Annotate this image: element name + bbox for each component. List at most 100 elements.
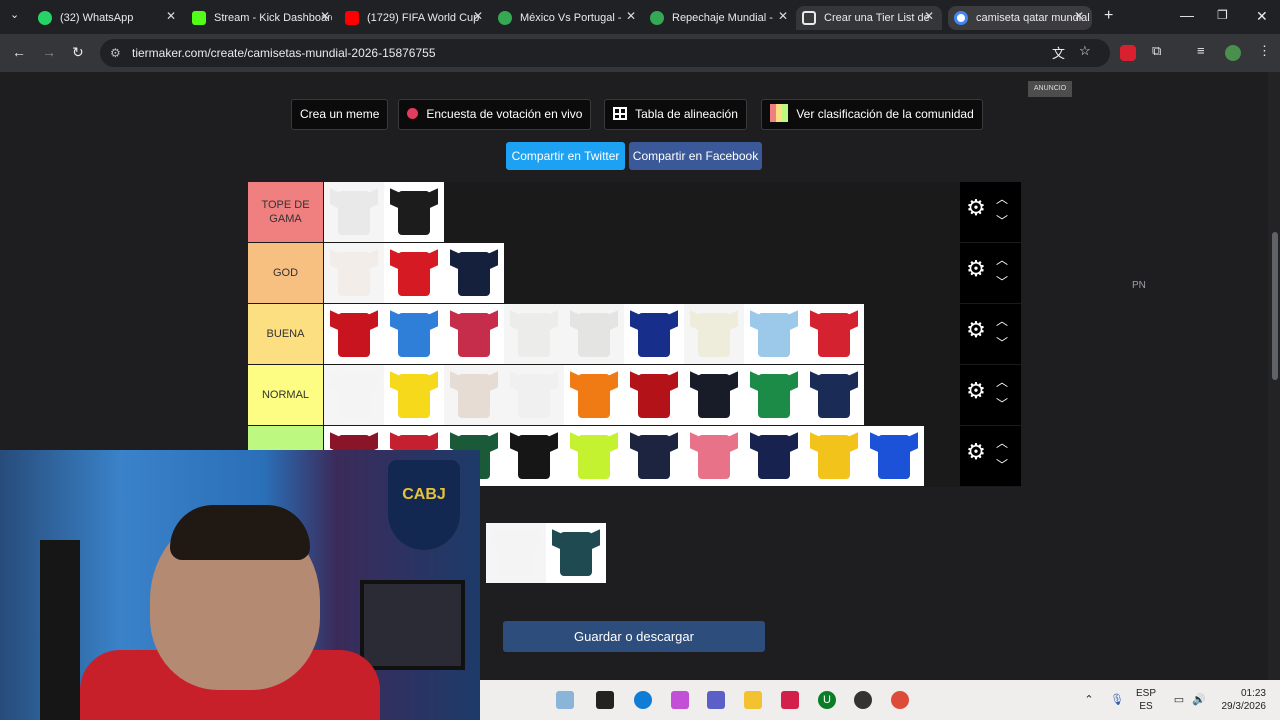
tab-search-icon[interactable]: ⌄ xyxy=(10,8,19,21)
menu-icon[interactable]: ⋮ xyxy=(1258,43,1271,59)
jersey-item[interactable] xyxy=(744,426,804,486)
lineup-table-button[interactable]: Tabla de alineación xyxy=(604,99,747,130)
tab-youtube[interactable]: (1729) FIFA World Cup ✕ xyxy=(345,6,485,30)
jersey-item[interactable] xyxy=(384,365,444,425)
jersey-item[interactable] xyxy=(444,365,504,425)
jersey-item[interactable] xyxy=(546,523,606,583)
network-icon[interactable]: ▭ xyxy=(1170,691,1188,709)
close-icon[interactable]: ✕ xyxy=(1074,9,1084,23)
extensions-icon[interactable]: ⧉ xyxy=(1152,43,1161,59)
chevron-up-icon[interactable]: ︿ xyxy=(996,373,1008,390)
address-bar[interactable]: ⚙ tiermaker.com/create/camisetas-mundial… xyxy=(100,39,1110,67)
forward-button[interactable]: → xyxy=(42,44,56,60)
jersey-item[interactable] xyxy=(384,304,444,364)
jersey-item[interactable] xyxy=(384,182,444,242)
back-button[interactable]: ← xyxy=(12,44,26,60)
jersey-item[interactable] xyxy=(444,304,504,364)
chevron-up-icon[interactable]: ︿ xyxy=(996,434,1008,451)
file-explorer-icon[interactable] xyxy=(744,691,762,709)
jersey-item[interactable] xyxy=(504,365,564,425)
tab-repechaje[interactable]: Repechaje Mundial - ✕ xyxy=(650,6,790,30)
jersey-item[interactable] xyxy=(624,365,684,425)
volume-icon[interactable]: 🔊 xyxy=(1190,691,1208,709)
chevron-down-icon[interactable]: ﹀ xyxy=(996,273,1008,290)
chevron-up-icon[interactable]: ︿ xyxy=(996,190,1008,207)
edge-icon[interactable] xyxy=(634,691,652,709)
upwork-icon[interactable]: U xyxy=(818,691,836,709)
chevron-down-icon[interactable]: ﹀ xyxy=(996,395,1008,412)
capcut-icon[interactable] xyxy=(781,691,799,709)
site-info-icon[interactable]: ⚙ xyxy=(110,39,121,67)
jersey-item[interactable] xyxy=(624,304,684,364)
tab-tiermaker[interactable]: Crear una Tier List de ✕ xyxy=(796,6,942,30)
scrollbar[interactable] xyxy=(1268,72,1280,720)
gear-icon[interactable]: ⚙ xyxy=(965,380,987,402)
obs-icon[interactable] xyxy=(854,691,872,709)
chevron-down-icon[interactable]: ﹀ xyxy=(996,456,1008,473)
jersey-item[interactable] xyxy=(564,426,624,486)
profile-avatar[interactable] xyxy=(1225,45,1241,61)
close-icon[interactable]: ✕ xyxy=(473,9,483,23)
close-icon[interactable]: ✕ xyxy=(166,9,176,23)
jersey-item[interactable] xyxy=(744,365,804,425)
gear-icon[interactable]: ⚙ xyxy=(965,258,987,280)
tab-kick[interactable]: Stream - Kick Dashboard ✕ xyxy=(192,6,332,30)
jersey-item[interactable] xyxy=(684,426,744,486)
close-icon[interactable]: ✕ xyxy=(924,9,934,23)
close-icon[interactable]: ✕ xyxy=(626,9,636,23)
tab-whatsapp[interactable]: (32) WhatsApp ✕ xyxy=(38,6,178,30)
jersey-item[interactable] xyxy=(324,304,384,364)
reload-button[interactable]: ↻ xyxy=(72,44,84,61)
tab-mexico-portugal[interactable]: México Vs Portugal - ✕ xyxy=(498,6,638,30)
minimize-button[interactable]: — xyxy=(1180,7,1194,23)
widget-icon[interactable] xyxy=(556,691,574,709)
maximize-button[interactable]: ❐ xyxy=(1217,8,1228,22)
reading-list-icon[interactable]: ≡ xyxy=(1197,43,1205,58)
new-tab-button[interactable]: + xyxy=(1104,7,1113,25)
close-icon[interactable]: ✕ xyxy=(320,9,330,23)
bookmark-star-icon[interactable]: ☆ xyxy=(1079,43,1091,59)
create-meme-button[interactable]: Crea un meme xyxy=(291,99,389,130)
gear-icon[interactable]: ⚙ xyxy=(965,441,987,463)
jersey-item[interactable] xyxy=(444,243,504,303)
save-download-button[interactable]: Guardar o descargar xyxy=(503,621,765,652)
tier-label[interactable]: TOPE DE GAMA xyxy=(248,182,323,242)
jersey-item[interactable] xyxy=(684,304,744,364)
tier-label[interactable]: BUENA xyxy=(248,304,323,364)
copilot-icon[interactable] xyxy=(671,691,689,709)
close-icon[interactable]: ✕ xyxy=(778,9,788,23)
jersey-item[interactable] xyxy=(504,426,564,486)
chevron-down-icon[interactable]: ﹀ xyxy=(996,212,1008,229)
tier-label[interactable]: NORMAL xyxy=(248,365,323,425)
jersey-item[interactable] xyxy=(744,304,804,364)
jersey-item[interactable] xyxy=(504,304,564,364)
tab-google-search[interactable]: camiseta qatar mundial ✕ xyxy=(948,6,1092,30)
share-facebook-button[interactable]: Compartir en Facebook xyxy=(629,142,762,170)
language-indicator[interactable]: ESP ES xyxy=(1136,687,1156,713)
gear-icon[interactable]: ⚙ xyxy=(965,197,987,219)
tray-chevron-icon[interactable]: ⌃ xyxy=(1080,691,1098,709)
jersey-item[interactable] xyxy=(624,426,684,486)
teams-icon[interactable] xyxy=(707,691,725,709)
extension-red-icon[interactable] xyxy=(1120,45,1136,61)
scrollbar-thumb[interactable] xyxy=(1272,232,1278,380)
chevron-down-icon[interactable]: ﹀ xyxy=(996,334,1008,351)
chevron-up-icon[interactable]: ︿ xyxy=(996,312,1008,329)
jersey-item[interactable] xyxy=(324,365,384,425)
live-vote-button[interactable]: Encuesta de votación en vivo xyxy=(398,99,592,130)
chrome-icon[interactable] xyxy=(891,691,909,709)
clock[interactable]: 01:23 29/3/2026 xyxy=(1218,687,1267,713)
chevron-up-icon[interactable]: ︿ xyxy=(996,251,1008,268)
translate-icon[interactable]: 文 xyxy=(1052,43,1065,62)
jersey-item[interactable] xyxy=(684,365,744,425)
microphone-icon[interactable]: 🎙 xyxy=(1108,691,1126,709)
jersey-item[interactable] xyxy=(804,426,864,486)
jersey-item[interactable] xyxy=(864,426,924,486)
jersey-item[interactable] xyxy=(564,304,624,364)
share-twitter-button[interactable]: Compartir en Twitter xyxy=(506,142,625,170)
jersey-item[interactable] xyxy=(384,243,444,303)
tier-label[interactable]: GOD xyxy=(248,243,323,303)
window-close-button[interactable]: ✕ xyxy=(1256,8,1268,25)
task-view-icon[interactable] xyxy=(596,691,614,709)
jersey-item[interactable] xyxy=(804,304,864,364)
